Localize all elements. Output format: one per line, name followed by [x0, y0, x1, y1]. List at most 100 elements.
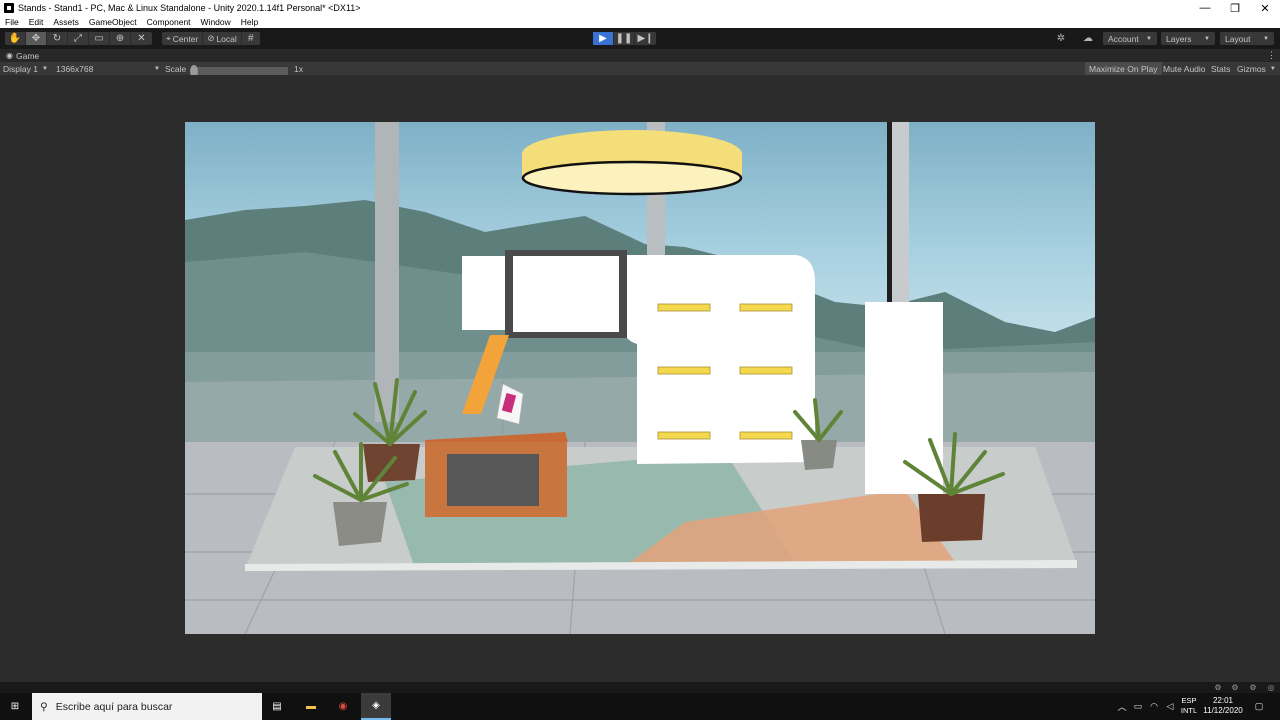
pivot-icon: ⌖: [166, 33, 171, 43]
scale-tool-icon[interactable]: ⤢: [68, 32, 89, 45]
column-left: [375, 122, 399, 422]
battery-icon[interactable]: ▭: [1131, 700, 1145, 713]
chevron-down-icon: ▼: [41, 65, 48, 72]
grid-snap-icon[interactable]: #: [242, 32, 260, 45]
game-tab-label: Game: [15, 50, 40, 61]
menu-assets[interactable]: Assets: [48, 17, 84, 27]
layers-dropdown[interactable]: Layers ▼: [1161, 32, 1215, 45]
lang-top: ESP: [1181, 696, 1197, 705]
chevron-down-icon: ▼: [154, 65, 160, 72]
menu-edit[interactable]: Edit: [24, 17, 49, 27]
task-view-icon[interactable]: ▤: [262, 693, 292, 720]
chevron-down-icon: ▼: [1146, 35, 1152, 42]
close-button[interactable]: ✕: [1250, 0, 1280, 16]
unity-logo-icon: [4, 3, 14, 13]
main-toolbar: ✋ ✥ ↻ ⤢ ▭ ⊕ ✕ ⌖ Center ⊘ Local # ▶ ❚❚ ▶❙ ✲…: [0, 28, 1280, 49]
chrome-icon[interactable]: ◉: [328, 693, 358, 720]
play-icon[interactable]: ▶: [593, 32, 614, 45]
wifi-icon[interactable]: ◠: [1147, 700, 1161, 713]
display-label: Display 1: [3, 63, 38, 74]
pivot-center-toggle[interactable]: ⌖ Center: [162, 32, 204, 45]
game-render[interactable]: [185, 122, 1095, 634]
unity-taskbar-icon[interactable]: ◈: [361, 693, 391, 720]
pivot-toggles: ⌖ Center ⊘ Local #: [162, 32, 260, 45]
space-label: Local: [216, 33, 237, 44]
volume-icon[interactable]: ◁: [1163, 700, 1177, 713]
menu-bar: File Edit Assets GameObject Component Wi…: [0, 16, 1280, 28]
stand-scene: [185, 122, 1095, 634]
debug-icon[interactable]: ⚙: [1248, 683, 1258, 692]
pivot-local-toggle[interactable]: ⊘ Local: [203, 32, 242, 45]
game-controller-icon: ◉: [6, 51, 13, 60]
resolution-label: 1366x768: [56, 63, 94, 74]
cloud-icon[interactable]: ☁: [1078, 32, 1098, 45]
resolution-dropdown[interactable]: 1366x768 ▼: [56, 62, 160, 75]
play-controls: ▶ ❚❚ ▶❙: [593, 32, 656, 45]
tab-game[interactable]: ◉ Game: [0, 51, 39, 61]
menu-help[interactable]: Help: [236, 17, 263, 27]
collab-icon[interactable]: ✲: [1051, 32, 1071, 45]
hand-tool-icon[interactable]: ✋: [5, 32, 26, 45]
rotate-tool-icon[interactable]: ↻: [47, 32, 68, 45]
layout-dropdown[interactable]: Layout ▼: [1220, 32, 1274, 45]
search-icon: ⚲: [40, 700, 48, 713]
windows-start-icon[interactable]: ⊞: [0, 693, 30, 720]
menu-gameobject[interactable]: GameObject: [84, 17, 142, 27]
pot-center: [801, 440, 837, 470]
lamp-shade-bottom: [521, 160, 743, 196]
counter-panel: [447, 454, 539, 506]
game-view-controls: Display 1 ▼ 1366x768 ▼ Scale 1x Maximize O…: [0, 62, 1280, 80]
pivot-label: Center: [172, 33, 199, 44]
transform-tool-icon[interactable]: ⊕: [110, 32, 131, 45]
chevron-down-icon: ▼: [1204, 35, 1210, 42]
pot-right: [918, 494, 985, 542]
info-icon[interactable]: ◎: [1266, 683, 1276, 692]
gizmos-dropdown[interactable]: Gizmos ▼: [1233, 62, 1280, 75]
search-placeholder: Escribe aquí para buscar: [55, 700, 173, 713]
menu-component[interactable]: Component: [142, 17, 196, 27]
column-right-edge: [887, 122, 892, 304]
window-controls: — ❐ ✕: [1190, 0, 1280, 16]
chevron-down-icon: ▼: [1269, 65, 1276, 72]
notifications-icon[interactable]: ▢: [1252, 700, 1266, 713]
cache-icon[interactable]: ⚙: [1230, 683, 1240, 692]
menu-window[interactable]: Window: [196, 17, 236, 27]
tab-menu-icon[interactable]: ⋮: [1267, 50, 1276, 61]
gizmos-label: Gizmos: [1237, 63, 1266, 74]
clock-time: 22:01: [1212, 696, 1234, 705]
tray-chevron-up-icon[interactable]: ︿: [1115, 700, 1129, 713]
pot-left-front: [333, 502, 387, 546]
move-tool-icon[interactable]: ✥: [26, 32, 47, 45]
rect-tool-icon[interactable]: ▭: [89, 32, 110, 45]
layout-label: Layout: [1225, 33, 1251, 44]
screen: [513, 256, 619, 332]
game-tab-bar: ◉ Game ⋮: [0, 49, 1280, 62]
minimize-button[interactable]: —: [1190, 0, 1220, 16]
menu-file[interactable]: File: [0, 17, 24, 27]
totem: [865, 302, 943, 494]
maximize-on-play-toggle[interactable]: Maximize On Play: [1085, 62, 1162, 75]
account-label: Account: [1108, 33, 1139, 44]
progress-icon[interactable]: ⚙: [1213, 683, 1223, 692]
chevron-down-icon: ▼: [1263, 35, 1269, 42]
windows-taskbar: ⊞ ⚲ Escribe aquí para buscar ▤ ▬ ◉ ◈ ︿ ▭…: [0, 693, 1280, 720]
transform-tools: ✋ ✥ ↻ ⤢ ▭ ⊕ ✕: [5, 32, 152, 45]
display-dropdown[interactable]: Display 1 ▼: [3, 62, 48, 75]
taskbar-clock[interactable]: 22:01 11/12/2020: [1200, 696, 1246, 716]
layers-label: Layers: [1166, 33, 1192, 44]
local-icon: ⊘: [207, 33, 215, 43]
window-title: Stands - Stand1 - PC, Mac & Linux Standa…: [18, 3, 361, 13]
maximize-button[interactable]: ❐: [1220, 0, 1250, 16]
taskbar-search[interactable]: ⚲ Escribe aquí para buscar: [32, 693, 262, 720]
account-dropdown[interactable]: Account ▼: [1103, 32, 1157, 45]
custom-tool-icon[interactable]: ✕: [131, 32, 152, 45]
title-bar: Stands - Stand1 - PC, Mac & Linux Standa…: [0, 0, 1280, 16]
clock-date: 11/12/2020: [1203, 706, 1243, 715]
file-explorer-icon[interactable]: ▬: [296, 693, 326, 720]
pause-icon[interactable]: ❚❚: [614, 32, 635, 45]
editor-status-bar: ⚙ ⚙ ⚙ ◎: [0, 682, 1280, 693]
step-icon[interactable]: ▶❙: [635, 32, 656, 45]
stats-toggle[interactable]: Stats: [1207, 62, 1234, 75]
mute-audio-toggle[interactable]: Mute Audio: [1159, 62, 1210, 75]
language-indicator[interactable]: ESP INTL: [1180, 696, 1198, 716]
